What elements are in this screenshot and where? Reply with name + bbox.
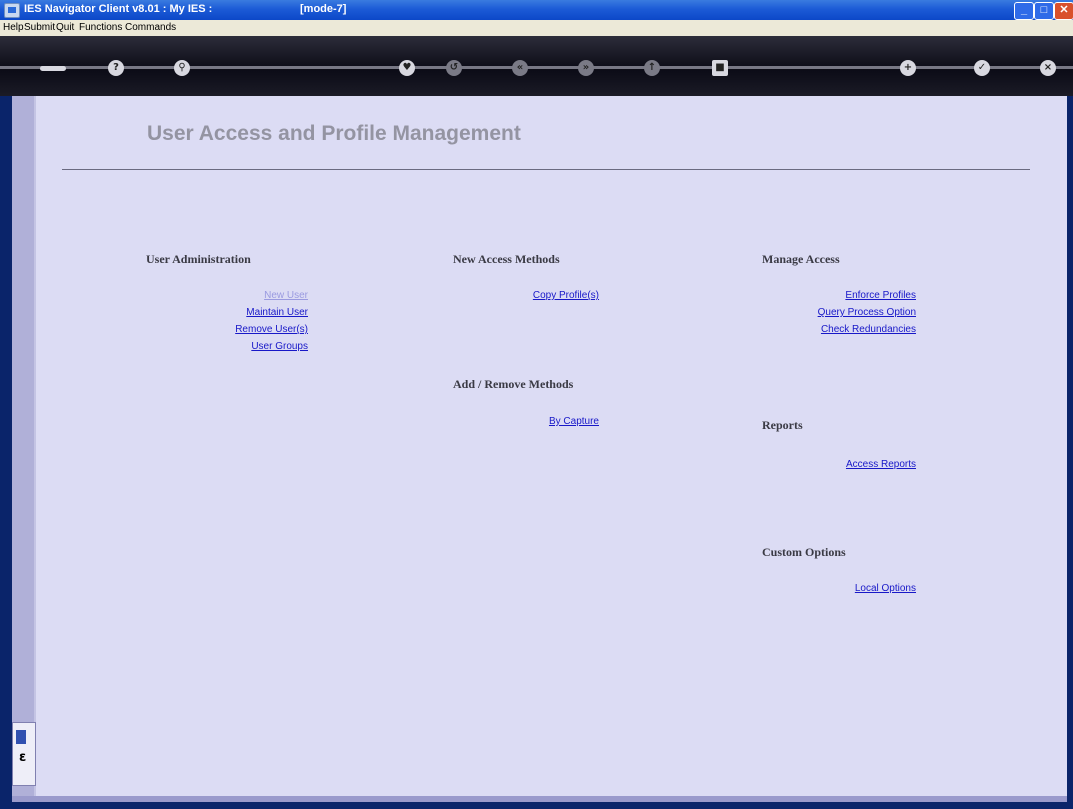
- back-icon[interactable]: «: [512, 60, 528, 76]
- sidebar-tab-glyph: ɛ: [19, 750, 27, 765]
- heart-icon[interactable]: ♥: [399, 60, 415, 76]
- link-local-options[interactable]: Local Options: [855, 583, 916, 594]
- link-query-process-option[interactable]: Query Process Option: [818, 307, 916, 318]
- close-icon[interactable]: ×: [1040, 60, 1056, 76]
- section-heading-reports: Reports: [762, 418, 803, 432]
- title-divider: [62, 169, 1030, 170]
- link-by-capture[interactable]: By Capture: [549, 416, 599, 427]
- link-maintain-user[interactable]: Maintain User: [246, 307, 308, 318]
- close-window-button[interactable]: ✕: [1054, 2, 1073, 20]
- check-icon[interactable]: ✓: [974, 60, 990, 76]
- key-icon[interactable]: [40, 66, 66, 71]
- section-heading-user-administration: User Administration: [146, 252, 251, 266]
- window-mode: [mode-7]: [300, 3, 347, 15]
- window-title: IES Navigator Client v8.01 : My IES :: [24, 3, 213, 15]
- link-enforce-profiles[interactable]: Enforce Profiles: [845, 290, 916, 301]
- link-remove-users[interactable]: Remove User(s): [235, 324, 308, 335]
- toolbar: ? ⚲ ♥ ↺ « » ↑ ■ + ✓ ×: [0, 36, 1073, 96]
- menu-commands[interactable]: Commands: [125, 22, 176, 33]
- sidebar-tab-icon: [16, 730, 26, 744]
- status-strip: [12, 796, 1067, 802]
- search-icon[interactable]: ⚲: [174, 60, 190, 76]
- section-heading-new-access-methods: New Access Methods: [453, 252, 560, 266]
- forward-icon[interactable]: »: [578, 60, 594, 76]
- menu-functions[interactable]: Functions: [79, 22, 122, 33]
- left-sidebar: [12, 96, 34, 796]
- page-title: User Access and Profile Management: [147, 122, 521, 145]
- up-icon[interactable]: ↑: [644, 60, 660, 76]
- link-access-reports[interactable]: Access Reports: [846, 459, 916, 470]
- add-icon[interactable]: +: [900, 60, 916, 76]
- link-new-user[interactable]: New User: [264, 290, 308, 301]
- undo-icon[interactable]: ↺: [446, 60, 462, 76]
- maximize-button[interactable]: □: [1034, 2, 1054, 20]
- section-heading-custom-options: Custom Options: [762, 545, 846, 559]
- link-copy-profiles[interactable]: Copy Profile(s): [533, 290, 599, 301]
- link-user-groups[interactable]: User Groups: [251, 341, 308, 352]
- help-icon[interactable]: ?: [108, 60, 124, 76]
- content-panel: [36, 96, 1067, 796]
- menu-bar: Help Submit Quit Functions Commands: [0, 20, 1073, 36]
- stop-icon[interactable]: ■: [712, 60, 728, 76]
- menu-help[interactable]: Help: [3, 22, 24, 33]
- window-titlebar: IES Navigator Client v8.01 : My IES : [m…: [0, 0, 1073, 20]
- menu-submit[interactable]: Submit: [24, 22, 55, 33]
- section-heading-manage-access: Manage Access: [762, 252, 840, 266]
- section-heading-add-remove-methods: Add / Remove Methods: [453, 377, 574, 391]
- app-icon[interactable]: [4, 3, 20, 18]
- link-check-redundancies[interactable]: Check Redundancies: [821, 324, 916, 335]
- minimize-button[interactable]: _: [1014, 2, 1034, 20]
- menu-quit[interactable]: Quit: [56, 22, 74, 33]
